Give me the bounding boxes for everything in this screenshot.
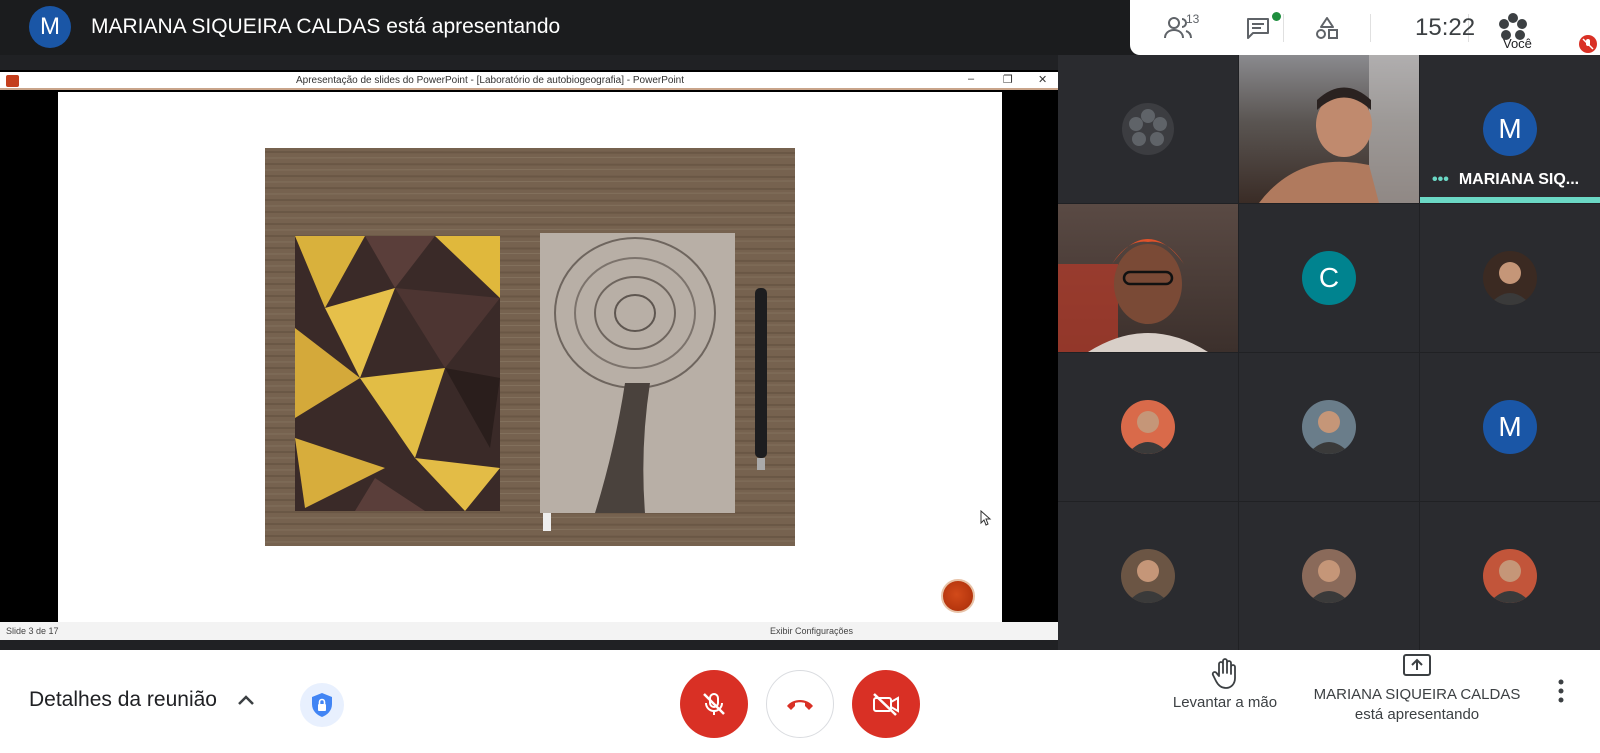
presenting-button[interactable]: MARIANA SIQUEIRA CALDAS está apresentand… bbox=[1302, 653, 1532, 725]
restore-icon: ❐ bbox=[1003, 74, 1013, 86]
participant-tile[interactable]: M bbox=[1420, 353, 1600, 501]
slide bbox=[58, 92, 1002, 622]
shared-screen: Apresentação de slides do PowerPoint - [… bbox=[0, 70, 1058, 640]
participant-name: ••• MARIANA SIQ... bbox=[1432, 171, 1579, 189]
meeting-details-button[interactable]: Detalhes da reunião bbox=[29, 688, 217, 712]
chat-notification-dot bbox=[1272, 12, 1281, 21]
leave-call-button[interactable] bbox=[766, 670, 834, 738]
you-label: Você bbox=[1503, 36, 1532, 51]
participant-photo-avatar bbox=[1302, 400, 1356, 454]
people-button[interactable] bbox=[1158, 0, 1198, 55]
participant-tile[interactable] bbox=[1058, 204, 1238, 352]
participant-initial-avatar: M bbox=[1483, 102, 1537, 156]
laser-pointer-icon[interactable] bbox=[941, 579, 975, 613]
more-options-icon[interactable] bbox=[1556, 678, 1566, 704]
participant-video bbox=[1239, 55, 1419, 203]
display-settings-label: Exibir Configurações bbox=[770, 626, 854, 636]
participant-tile[interactable] bbox=[1058, 55, 1238, 203]
hang-up-icon bbox=[787, 700, 813, 710]
participant-photo-avatar bbox=[1302, 549, 1356, 603]
powerpoint-window-title: Apresentação de slides do PowerPoint - [… bbox=[295, 75, 685, 86]
mic-off-icon bbox=[703, 693, 725, 715]
participant-tile[interactable] bbox=[1058, 353, 1238, 501]
mic-off-badge bbox=[1579, 35, 1597, 53]
participant-video bbox=[1058, 204, 1238, 352]
presenting-label-line2: está apresentando bbox=[1354, 706, 1480, 723]
presenting-label-line1: MARIANA SIQUEIRA CALDAS bbox=[1313, 686, 1521, 703]
close-icon: ✕ bbox=[1038, 74, 1048, 86]
participant-photo-avatar bbox=[1121, 400, 1175, 454]
powerpoint-titlebar: Apresentação de slides do PowerPoint - [… bbox=[0, 72, 1058, 90]
participant-initial-avatar: M bbox=[1483, 400, 1537, 454]
participant-name-text: MARIANA SIQ... bbox=[1458, 171, 1580, 188]
participant-photo-avatar bbox=[1121, 549, 1175, 603]
chevron-up-icon[interactable] bbox=[234, 688, 258, 712]
raise-hand-icon bbox=[1211, 658, 1236, 689]
separator bbox=[1283, 14, 1284, 42]
participant-tile[interactable]: M ••• MARIANA SIQ... bbox=[1420, 55, 1600, 203]
participant-tile[interactable] bbox=[1239, 502, 1419, 650]
slide-number: Slide 3 de 17 bbox=[6, 626, 59, 636]
speaking-indicator bbox=[1420, 197, 1600, 203]
raise-hand-label: Levantar a mão bbox=[1172, 694, 1278, 711]
participant-tile[interactable] bbox=[1239, 55, 1419, 203]
participant-tile[interactable]: C bbox=[1239, 204, 1419, 352]
separator bbox=[1370, 14, 1371, 42]
shapes-icon bbox=[1316, 16, 1338, 39]
powerpoint-statusbar: Slide 3 de 17 Exibir Configurações bbox=[0, 622, 1058, 640]
microphone-toggle-button[interactable] bbox=[680, 670, 748, 738]
activities-button[interactable] bbox=[1307, 0, 1347, 55]
bottom-bar: Detalhes da reunião Levantar a mão MARIA… bbox=[0, 650, 1600, 753]
participant-grid: M ••• MARIANA SIQ... C M bbox=[1058, 55, 1600, 650]
participant-tile[interactable] bbox=[1239, 353, 1419, 501]
host-controls-button[interactable] bbox=[300, 683, 344, 727]
participant-tile[interactable] bbox=[1420, 204, 1600, 352]
participant-count: 13 bbox=[1186, 12, 1200, 26]
speaking-dots-icon: ••• bbox=[1432, 171, 1449, 188]
chat-icon bbox=[1247, 17, 1269, 39]
raise-hand-button[interactable]: Levantar a mão bbox=[1162, 658, 1288, 711]
participant-initial-avatar: C bbox=[1302, 251, 1356, 305]
present-screen-icon bbox=[1403, 654, 1431, 676]
slide-photo-notebooks bbox=[265, 148, 795, 546]
camera-toggle-button[interactable] bbox=[852, 670, 920, 738]
participant-photo-avatar bbox=[1483, 251, 1537, 305]
participant-tile[interactable] bbox=[1058, 502, 1238, 650]
chat-button[interactable] bbox=[1238, 0, 1278, 55]
minimize-icon: – bbox=[968, 73, 975, 85]
participant-photo-avatar bbox=[1483, 549, 1537, 603]
notebooks-image bbox=[265, 148, 795, 546]
meeting-time: 15:22 bbox=[1415, 14, 1476, 41]
camera-off-icon bbox=[873, 693, 899, 716]
shield-lock-icon bbox=[312, 693, 332, 717]
presenter-avatar: M bbox=[29, 6, 71, 48]
participant-tile[interactable] bbox=[1420, 502, 1600, 650]
hexagon-logo-icon bbox=[1122, 103, 1174, 155]
mic-off-icon bbox=[1582, 38, 1594, 50]
mouse-cursor-icon bbox=[980, 510, 992, 526]
presenter-title: MARIANA SIQUEIRA CALDAS está apresentand… bbox=[91, 15, 561, 38]
